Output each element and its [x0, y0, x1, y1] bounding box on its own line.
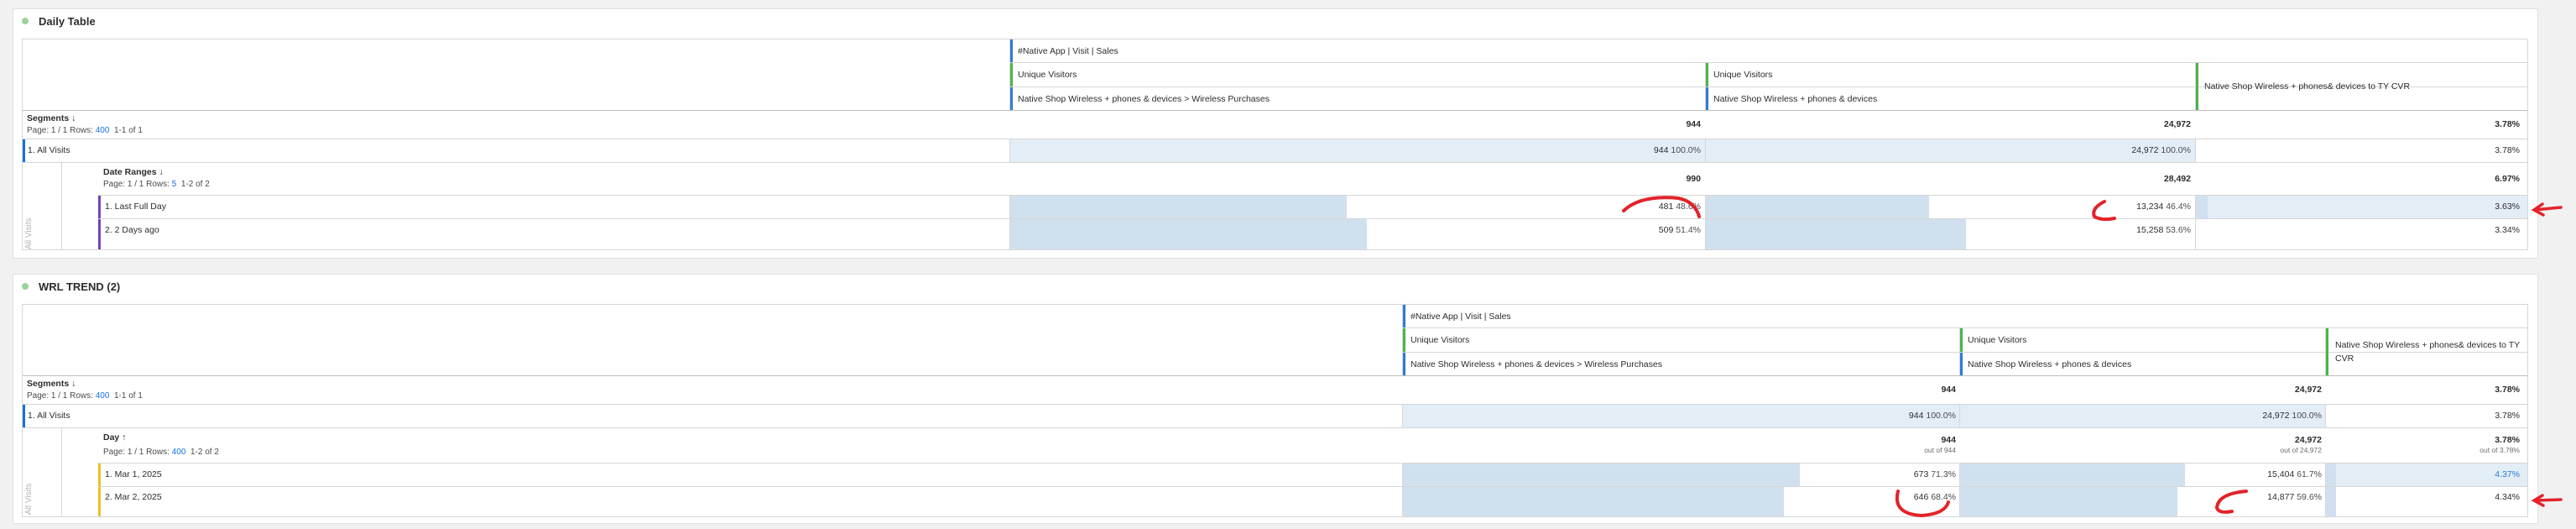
segments-total-2: 24,972 [2163, 119, 2191, 129]
all-visits-value-2: 24,972 100.0% [2131, 145, 2191, 155]
breakdown-pagination: Page: 1 / 1 Rows: 400 1-2 of 2 [103, 448, 219, 457]
breakdown-total-1: 944 out of 944 [1924, 435, 1956, 454]
mar-2-value-2: 14,877 59.6% [2267, 492, 2322, 502]
segment-header-2[interactable]: Native Shop Wireless + phones & devices [1708, 87, 2195, 110]
breakdown-total-1: 990 [1686, 174, 1701, 184]
last-full-day-value-3: 3.63% [2495, 202, 2520, 212]
segments-total-1: 944 [1941, 385, 1956, 395]
arrow-up-icon[interactable]: ↑ [122, 432, 126, 443]
metric-header-unique-visitors-2[interactable]: Unique Visitors [1963, 328, 2323, 352]
segment-header-1[interactable]: Native Shop Wireless + phones & devices … [1405, 353, 1959, 375]
last-full-day-value-2: 13,234 46.4% [2136, 202, 2191, 212]
rows-per-page[interactable]: 400 [172, 448, 186, 457]
rows-per-page[interactable]: 400 [96, 391, 110, 401]
pagination: Page: 1 / 1 Rows: 400 1-1 of 1 [27, 391, 143, 401]
row-all-visits[interactable]: 1. All Visits [28, 145, 70, 155]
collapse-dot-icon[interactable] [22, 283, 29, 290]
all-visits-value-1: 944 100.0% [1908, 411, 1956, 421]
row-2-days-ago[interactable]: 2. 2 Days ago [105, 225, 159, 235]
collapse-dot-icon[interactable] [22, 18, 29, 24]
mar-2-value-3: 4.34% [2495, 492, 2520, 502]
metric-container-header[interactable]: #Native App | Visit | Sales [1013, 39, 2523, 62]
arrow-down-icon[interactable]: ↓ [71, 113, 76, 123]
last-full-day-value-1: 481 48.6% [1658, 202, 1701, 212]
arrow-down-icon[interactable]: ↓ [71, 379, 76, 389]
breakdown-side-label: All Visits [24, 483, 34, 515]
segments-dimension-header[interactable]: Segments ↓ [27, 113, 76, 123]
segments-total-1: 944 [1686, 119, 1701, 129]
rows-per-page[interactable]: 5 [172, 180, 177, 189]
panel-title: WRL TREND (2) [39, 280, 121, 293]
row-last-full-day[interactable]: 1. Last Full Day [105, 202, 166, 212]
panel-wrl-trend: WRL TREND (2) #Native App | Visit | Sale… [13, 274, 2538, 524]
breakdown-side-label: All Visits [24, 217, 34, 249]
rows-per-page[interactable]: 400 [96, 126, 110, 135]
segment-header-1[interactable]: Native Shop Wireless + phones & devices … [1013, 87, 1701, 110]
metric-header-cvr[interactable]: Native Shop Wireless + phones& devices t… [2199, 63, 2526, 110]
all-visits-value-3: 3.78% [2495, 411, 2520, 421]
metric-header-unique-visitors-2[interactable]: Unique Visitors [1708, 63, 2195, 86]
arrow-down-icon[interactable]: ↓ [159, 167, 164, 177]
metric-header-unique-visitors-1[interactable]: Unique Visitors [1405, 328, 1959, 352]
2-days-ago-value-3: 3.34% [2495, 225, 2520, 235]
segments-total-2: 24,972 [2294, 385, 2322, 395]
panel-daily-table: Daily Table #Native App | Visit | Sales … [13, 8, 2538, 259]
mar-1-value-3: 4.37% [2495, 469, 2520, 479]
metric-header-unique-visitors-1[interactable]: Unique Visitors [1013, 63, 1701, 86]
segments-total-3: 3.78% [2495, 385, 2520, 395]
day-dimension-header[interactable]: Day ↑ [103, 432, 126, 443]
panel-header[interactable]: Daily Table [22, 13, 96, 29]
row-mar-2-2025[interactable]: 2. Mar 2, 2025 [105, 492, 162, 502]
pagination: Page: 1 / 1 Rows: 400 1-1 of 1 [27, 126, 143, 135]
breakdown-pagination: Page: 1 / 1 Rows: 5 1-2 of 2 [103, 180, 210, 189]
segments-total-3: 3.78% [2495, 119, 2520, 129]
mar-2-value-1: 646 68.4% [1913, 492, 1956, 502]
panel-title: Daily Table [39, 14, 96, 28]
panel-header[interactable]: WRL TREND (2) [22, 278, 120, 295]
mar-1-value-1: 673 71.3% [1913, 469, 1956, 479]
mar-1-value-2: 15,404 61.7% [2267, 469, 2322, 479]
breakdown-total-3: 3.78% out of 3.78% [2480, 435, 2520, 454]
2-days-ago-value-1: 509 51.4% [1658, 225, 1701, 235]
metric-container-header[interactable]: #Native App | Visit | Sales [1405, 305, 2496, 327]
segment-header-2[interactable]: Native Shop Wireless + phones & devices [1963, 353, 2323, 375]
segments-dimension-header[interactable]: Segments ↓ [27, 379, 76, 389]
row-all-visits[interactable]: 1. All Visits [28, 411, 70, 421]
breakdown-total-2: 24,972 out of 24,972 [2280, 435, 2322, 454]
all-visits-value-2: 24,972 100.0% [2262, 411, 2322, 421]
breakdown-total-2: 28,492 [2163, 174, 2191, 184]
all-visits-value-3: 3.78% [2495, 145, 2520, 155]
2-days-ago-value-2: 15,258 53.6% [2136, 225, 2191, 235]
date-ranges-dimension-header[interactable]: Date Ranges ↓ [103, 167, 164, 177]
freeform-table: #Native App | Visit | Sales Unique Visit… [22, 39, 2528, 250]
row-mar-1-2025[interactable]: 1. Mar 1, 2025 [105, 469, 162, 479]
metric-header-cvr[interactable]: Native Shop Wireless + phones& devices t… [2330, 328, 2523, 375]
freeform-table: #Native App | Visit | Sales Unique Visit… [22, 304, 2528, 517]
breakdown-total-3: 6.97% [2495, 174, 2520, 184]
all-visits-value-1: 944 100.0% [1653, 145, 1701, 155]
